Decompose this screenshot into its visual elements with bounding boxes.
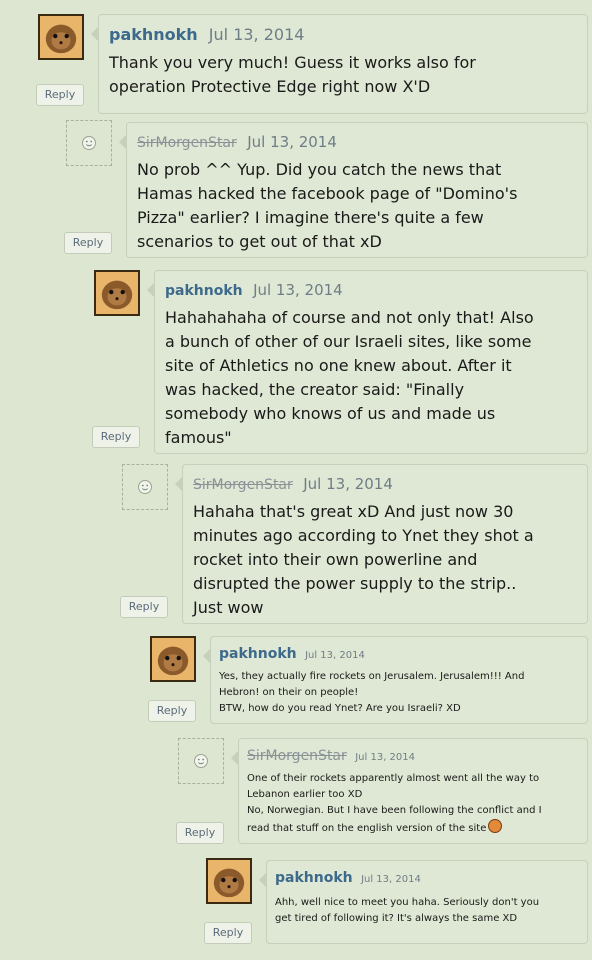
username-link[interactable]: SirMorgenStar [193, 477, 293, 493]
username-link[interactable]: pakhnokh [275, 870, 353, 886]
reply-button[interactable]: Reply [36, 84, 84, 106]
embarrassed-emoji-icon [488, 819, 503, 833]
default-smiley-icon [82, 136, 96, 150]
comment-box: pakhnokh Jul 13, 2014 Yes, they actually… [203, 636, 588, 724]
default-smiley-icon [138, 480, 152, 494]
default-smiley-icon [194, 754, 208, 768]
comment-date: Jul 13, 2014 [361, 874, 421, 885]
comment-date: Jul 13, 2014 [208, 25, 305, 44]
username-link[interactable]: SirMorgenStar [247, 748, 347, 764]
reply-button[interactable]: Reply [64, 232, 112, 254]
username-link[interactable]: pakhnokh [165, 283, 243, 299]
comment-meta: pakhnokh Jul 13, 2014 [275, 869, 579, 889]
comment-box: SirMorgenStar Jul 13, 2014 No prob ^^ Yu… [119, 122, 588, 258]
comment-text: No prob ^^ Yup. Did you catch the news t… [137, 160, 518, 251]
user-avatar[interactable] [150, 636, 196, 682]
hamster-avatar-icon [157, 646, 189, 676]
comment-meta: pakhnokh Jul 13, 2014 [219, 645, 579, 665]
reply-button[interactable]: Reply [176, 822, 224, 844]
user-avatar[interactable] [94, 270, 140, 316]
comment-text: Yes, they actually fire rockets on Jerus… [219, 671, 525, 714]
comment-meta: SirMorgenStar Jul 13, 2014 [193, 475, 577, 494]
comment-text: One of their rockets apparently almost w… [247, 771, 579, 837]
user-avatar[interactable] [206, 858, 252, 904]
comment-meta: pakhnokh Jul 13, 2014 [109, 25, 577, 45]
hamster-avatar-icon [213, 868, 245, 898]
username-link[interactable]: pakhnokh [219, 646, 297, 662]
hamster-avatar-icon [101, 280, 133, 310]
comment-meta: SirMorgenStar Jul 13, 2014 [137, 133, 577, 152]
comment-date: Jul 13, 2014 [305, 650, 365, 661]
comment-date: Jul 13, 2014 [355, 752, 416, 763]
comment-box: pakhnokh Jul 13, 2014 Thank you very muc… [91, 14, 588, 114]
comment-text: Hahaha that's great xD And just now 30 m… [193, 502, 534, 617]
comment-text: Thank you very much! Guess it works also… [109, 53, 476, 96]
user-avatar[interactable] [122, 464, 168, 510]
username-link[interactable]: pakhnokh [109, 25, 198, 44]
comment-box: pakhnokh Jul 13, 2014 Ahh, well nice to … [259, 860, 588, 944]
user-avatar[interactable] [66, 120, 112, 166]
comment-box: SirMorgenStar Jul 13, 2014 One of their … [231, 738, 588, 844]
user-avatar[interactable] [178, 738, 224, 784]
comment-box: SirMorgenStar Jul 13, 2014 Hahaha that's… [175, 464, 588, 624]
reply-button[interactable]: Reply [148, 700, 196, 722]
comment-text: Ahh, well nice to meet you haha. Serious… [275, 897, 540, 924]
comment-meta: pakhnokh Jul 13, 2014 [165, 281, 577, 300]
comment-box: pakhnokh Jul 13, 2014 Hahahahaha of cour… [147, 270, 588, 454]
comment-date: Jul 13, 2014 [253, 281, 343, 299]
reply-button[interactable]: Reply [120, 596, 168, 618]
reply-button[interactable]: Reply [92, 426, 140, 448]
comment-meta: SirMorgenStar Jul 13, 2014 [247, 747, 579, 767]
hamster-avatar-icon [45, 24, 77, 54]
comment-date: Jul 13, 2014 [303, 475, 393, 493]
user-avatar[interactable] [38, 14, 84, 60]
comment-date: Jul 13, 2014 [247, 133, 337, 151]
reply-button[interactable]: Reply [204, 922, 252, 944]
username-link[interactable]: SirMorgenStar [137, 135, 237, 151]
comment-text: Hahahahaha of course and not only that! … [165, 308, 534, 447]
